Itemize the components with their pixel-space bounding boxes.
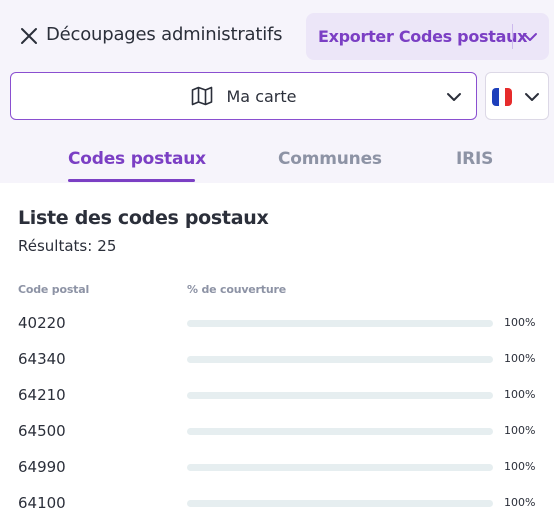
postal-code: 64990 [18,458,66,476]
tab-iris[interactable]: IRIS [456,149,493,169]
postal-code: 40220 [18,314,66,332]
table-row[interactable]: 64500 100% [0,419,554,455]
postal-code: 64210 [18,386,66,404]
export-button[interactable]: Exporter Codes postaux [306,13,549,60]
coverage-percent: 100% [504,460,536,473]
coverage-bar [187,428,493,435]
results-label: Résultats: [18,237,93,255]
close-icon [21,28,37,44]
chevron-down-icon [444,87,464,107]
map-icon [191,85,213,107]
chevron-down-icon [523,33,537,41]
table-row[interactable]: 64340 100% [0,347,554,383]
table-row[interactable]: 64210 100% [0,383,554,419]
coverage-bar [187,320,493,327]
column-header-coverage: % de couverture [187,283,286,296]
map-select-value: Ma carte [226,86,297,106]
country-select[interactable] [485,72,549,120]
list-title: Liste des codes postaux [18,207,269,229]
panel-title: Découpages administratifs [46,24,283,45]
postal-code: 64500 [18,422,66,440]
map-select[interactable]: Ma carte [10,72,477,120]
coverage-bar [187,500,493,507]
coverage-bar [187,356,493,363]
tab-codes-postaux[interactable]: Codes postaux [68,149,206,169]
column-header-code: Code postal [18,283,90,296]
france-flag-icon [492,88,512,106]
postal-code: 64340 [18,350,66,368]
coverage-percent: 100% [504,388,536,401]
export-button-label: Exporter Codes postaux [318,27,528,46]
coverage-bar [187,464,493,471]
postal-code: 64100 [18,494,66,512]
export-dropdown-toggle[interactable] [519,26,541,48]
coverage-percent: 100% [504,496,536,509]
header-panel: Découpages administratifs Exporter Codes… [0,0,554,183]
coverage-bar [187,392,493,399]
coverage-percent: 100% [504,316,536,329]
table-row[interactable]: 40220 100% [0,311,554,347]
export-divider [512,24,513,49]
results-count: Résultats: 25 [18,237,116,255]
chevron-down-icon [522,87,542,107]
table-row[interactable]: 64100 100% [0,491,554,512]
close-button[interactable] [18,25,40,47]
table-row[interactable]: 64990 100% [0,455,554,491]
coverage-percent: 100% [504,352,536,365]
coverage-percent: 100% [504,424,536,437]
tab-communes[interactable]: Communes [278,149,382,169]
active-tab-indicator [68,179,195,182]
results-value: 25 [97,237,117,255]
